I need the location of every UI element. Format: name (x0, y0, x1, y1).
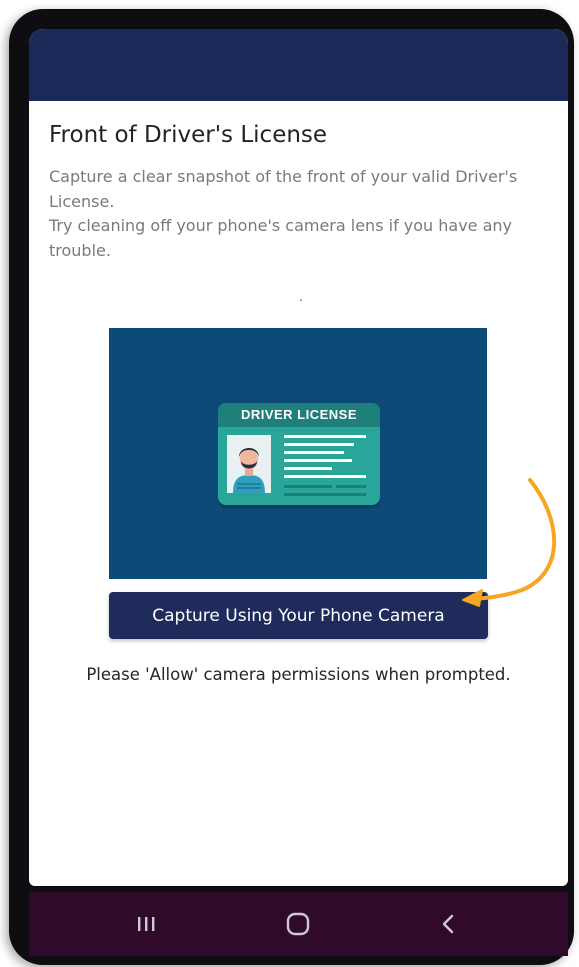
home-button[interactable] (268, 892, 328, 956)
system-navigation-bar (29, 892, 568, 956)
stray-dot: . (299, 290, 303, 304)
app-header-bar (29, 29, 568, 101)
recent-apps-button[interactable] (116, 892, 176, 956)
card-detail-line (336, 485, 366, 488)
card-detail-line (284, 451, 344, 454)
instruction-line-2: Try cleaning off your phone's camera len… (49, 216, 513, 260)
card-detail-line (284, 459, 352, 462)
permission-note: Please 'Allow' camera permissions when p… (86, 665, 511, 684)
card-detail-line (284, 435, 366, 438)
card-detail-line (284, 467, 332, 470)
home-icon (286, 912, 310, 936)
driver-license-card-illustration: DRIVER LICENSE (218, 403, 380, 505)
license-illustration-panel: DRIVER LICENSE (109, 328, 487, 579)
instructions: Capture a clear snapshot of the front of… (49, 165, 549, 263)
recent-apps-icon (138, 917, 155, 931)
back-button[interactable] (418, 892, 478, 956)
card-detail-line (284, 485, 332, 488)
app-screen: Front of Driver's License Capture a clea… (29, 29, 568, 886)
capture-using-camera-button[interactable]: Capture Using Your Phone Camera (109, 592, 488, 639)
card-detail-line (284, 475, 366, 478)
instruction-line-1: Capture a clear snapshot of the front of… (49, 167, 518, 211)
person-avatar-icon (227, 435, 271, 493)
back-icon (442, 914, 454, 934)
card-heading: DRIVER LICENSE (218, 403, 380, 427)
card-detail-line (284, 493, 366, 496)
card-detail-line (284, 443, 354, 446)
page-title: Front of Driver's License (49, 122, 328, 148)
